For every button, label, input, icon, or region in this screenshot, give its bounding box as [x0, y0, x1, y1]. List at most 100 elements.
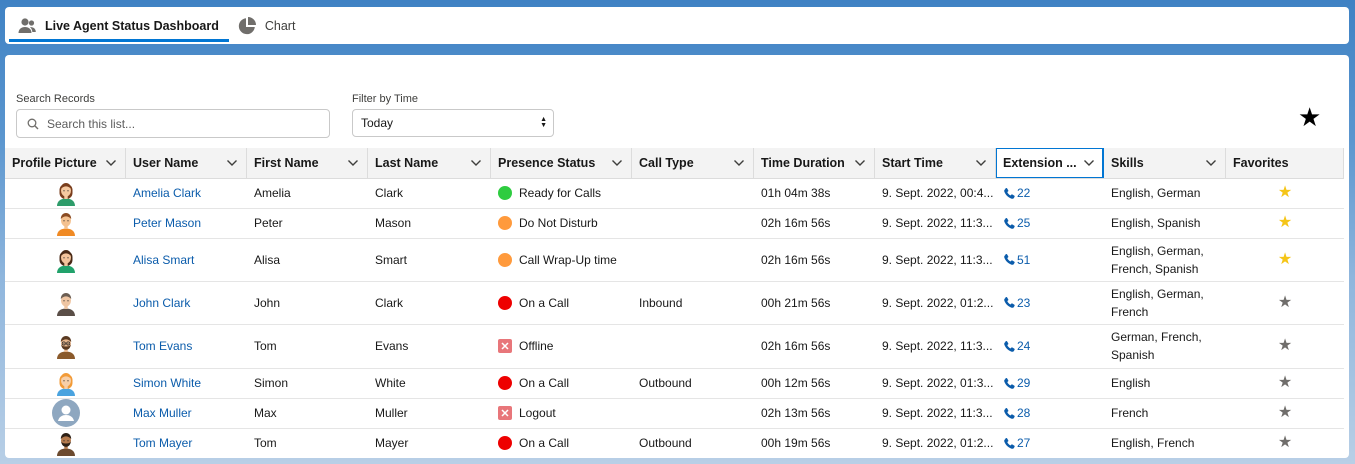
presence-status: On a Call: [491, 368, 632, 399]
search-label: Search Records: [16, 93, 95, 105]
status-dot-icon: [498, 295, 512, 310]
chevron-down-icon[interactable]: [105, 157, 117, 169]
filter-time-select[interactable]: Today ▲ ▼: [352, 109, 554, 137]
start-time: 9. Sept. 2022, 00:4...: [875, 178, 996, 209]
extension-number: 22: [1017, 186, 1031, 200]
extension-link[interactable]: 27: [1003, 434, 1097, 452]
extension-link[interactable]: 29: [1003, 374, 1097, 392]
tab-bar: Live Agent Status Dashboard Chart: [5, 7, 1349, 44]
table-row[interactable]: Max Muller Max Muller Logout 02h 13m 56s 9. S…: [5, 398, 1344, 429]
user-name-link[interactable]: Tom Evans: [133, 339, 192, 353]
search-field[interactable]: [16, 109, 330, 138]
chevron-down-icon[interactable]: [1083, 157, 1095, 169]
profile-picture: [5, 281, 126, 325]
column-header[interactable]: Start Time: [875, 148, 996, 179]
user-name-link[interactable]: John Clark: [133, 296, 190, 310]
column-header[interactable]: Last Name: [368, 148, 491, 179]
table-row[interactable]: Amelia Clark Amelia Clark Ready for Calls 01…: [5, 178, 1344, 209]
user-name-link[interactable]: Tom Mayer: [133, 436, 192, 450]
records-card: Search Records Filter by Time Today ▲▼ ★…: [5, 55, 1349, 458]
user-name-link[interactable]: Peter Mason: [133, 216, 201, 230]
user-name-link[interactable]: Simon White: [133, 376, 201, 390]
chevron-down-icon[interactable]: [470, 157, 482, 169]
extension-link[interactable]: 24: [1003, 337, 1097, 355]
chevron-down-icon[interactable]: [347, 157, 359, 169]
table-row[interactable]: Tom Evans Tom Evans Offline 02h 16m 56s 9. Se…: [5, 324, 1344, 369]
last-name: Muller: [368, 398, 491, 429]
chevron-down-icon[interactable]: [733, 157, 745, 169]
skills: English: [1104, 368, 1226, 399]
avatar: [54, 373, 78, 396]
chevron-down-icon[interactable]: [854, 157, 866, 169]
phone-icon: [1004, 217, 1015, 229]
chevron-down-icon[interactable]: [975, 157, 987, 169]
favorite-star-icon[interactable]: ★: [1278, 404, 1292, 421]
column-header-label: Last Name: [375, 155, 439, 170]
table-row[interactable]: Peter Mason Peter Mason Do Not Disturb 02h 1…: [5, 208, 1344, 239]
call-type: [632, 324, 754, 369]
status-dot-icon: [498, 186, 512, 200]
extension-link[interactable]: 25: [1003, 214, 1097, 232]
presence-status-label: On a Call: [519, 376, 570, 390]
avatar: [54, 433, 78, 456]
column-header[interactable]: Presence Status: [491, 148, 632, 179]
column-header-label: First Name: [254, 155, 319, 170]
status-dot-icon: [498, 376, 512, 390]
chevron-down-icon[interactable]: [1205, 157, 1217, 169]
user-name-link[interactable]: Max Muller: [133, 406, 192, 420]
tab-live-agent-status-dashboard[interactable]: Live Agent Status Dashboard: [9, 7, 229, 44]
favorite-star-icon[interactable]: ★: [1278, 251, 1292, 268]
profile-picture: [5, 324, 126, 369]
presence-status-label: Offline: [519, 339, 554, 353]
tab-chart[interactable]: Chart: [229, 7, 306, 44]
first-name: Simon: [247, 368, 368, 399]
presence-status: Call Wrap-Up time: [491, 238, 632, 282]
chevron-down-icon[interactable]: [611, 157, 623, 169]
favorite-star-icon[interactable]: ★: [1278, 294, 1292, 311]
avatar: [54, 249, 78, 273]
tab-label: Live Agent Status Dashboard: [45, 18, 219, 33]
column-header[interactable]: Call Type: [632, 148, 754, 179]
extension-link[interactable]: 28: [1003, 404, 1097, 422]
column-header-label: Profile Picture: [12, 155, 97, 170]
search-icon: [27, 118, 39, 129]
favorite-star-icon[interactable]: ★: [1278, 184, 1292, 201]
start-time: 9. Sept. 2022, 11:3...: [875, 238, 996, 282]
column-header[interactable]: User Name: [126, 148, 247, 179]
extension-link[interactable]: 51: [1003, 251, 1097, 269]
start-time: 9. Sept. 2022, 01:3...: [875, 368, 996, 399]
call-type: [632, 178, 754, 209]
extension-number: 23: [1017, 295, 1031, 310]
extension-link[interactable]: 22: [1003, 184, 1097, 202]
table-row[interactable]: Alisa Smart Alisa Smart Call Wrap-Up time 02…: [5, 238, 1344, 282]
presence-status: Offline: [491, 324, 632, 369]
first-name: Alisa: [247, 238, 368, 282]
phone-icon: [1004, 296, 1015, 308]
column-header[interactable]: Extension ...: [996, 148, 1104, 179]
column-header[interactable]: Skills: [1104, 148, 1226, 179]
presence-status-label: Call Wrap-Up time: [519, 252, 617, 267]
search-input[interactable]: [47, 116, 329, 131]
favorite-star-icon[interactable]: ★: [1278, 337, 1292, 354]
table-row[interactable]: John Clark John Clark On a Call Inbound 00h 2…: [5, 281, 1344, 325]
table-row[interactable]: Tom Mayer Tom Mayer On a Call Outbound 00h 19…: [5, 428, 1344, 458]
profile-picture: [5, 428, 126, 458]
last-name: Clark: [368, 281, 491, 325]
column-header[interactable]: Profile Picture: [5, 148, 126, 179]
column-header[interactable]: First Name: [247, 148, 368, 179]
call-type: Outbound: [632, 368, 754, 399]
first-name: Tom: [247, 428, 368, 458]
favorite-star-icon[interactable]: ★: [1278, 214, 1292, 231]
column-header[interactable]: Favorites: [1226, 148, 1344, 179]
column-divider[interactable]: [1343, 148, 1344, 177]
user-name-link[interactable]: Amelia Clark: [133, 186, 201, 200]
table-row[interactable]: Simon White Simon White On a Call Outbound 00…: [5, 368, 1344, 399]
favorite-star-icon[interactable]: ★: [1278, 374, 1292, 391]
last-name: White: [368, 368, 491, 399]
column-header[interactable]: Time Duration: [754, 148, 875, 179]
user-name-link[interactable]: Alisa Smart: [133, 253, 194, 267]
extension-link[interactable]: 23: [1003, 294, 1097, 312]
favorite-star-icon[interactable]: ★: [1278, 434, 1292, 451]
favorites-star-icon[interactable]: ★: [1298, 102, 1321, 133]
chevron-down-icon[interactable]: [226, 157, 238, 169]
